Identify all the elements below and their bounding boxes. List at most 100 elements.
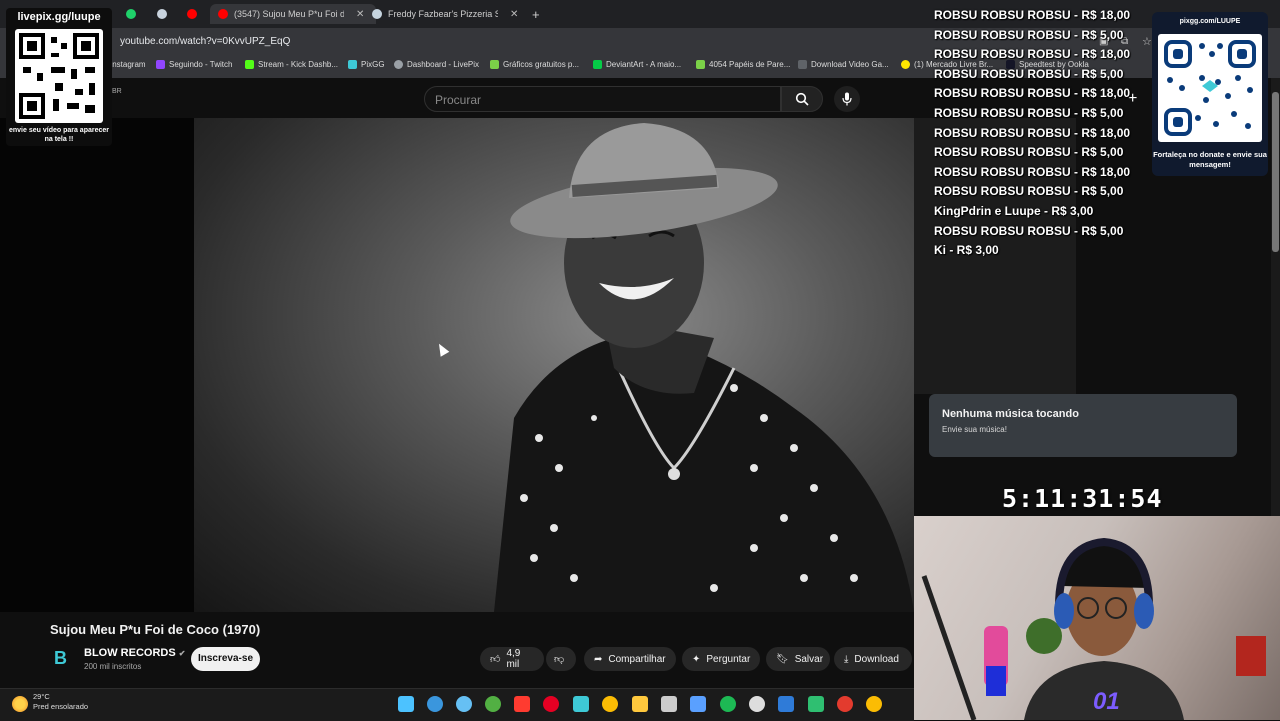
subscriber-count: 200 mil inscritos [84, 662, 142, 671]
region-code: BR [112, 88, 122, 95]
youtube-icon [218, 9, 228, 19]
b-app-icon[interactable] [573, 696, 589, 712]
notepad-icon[interactable] [690, 696, 706, 712]
bookmark-download-video[interactable]: Download Video Ga... [798, 60, 889, 69]
red-app-icon[interactable] [837, 696, 853, 712]
verified-icon: ✔ [178, 649, 186, 658]
performer-silhouette [494, 123, 914, 612]
tab-extension[interactable] [126, 4, 136, 24]
sparkle-icon: ✦ [692, 653, 701, 665]
spotify-icon[interactable] [720, 696, 736, 712]
bookmark-label: Instagram [110, 60, 146, 69]
channel-name-text: BLOW RECORDS [84, 647, 176, 659]
tab-youtube-small[interactable] [187, 4, 197, 24]
save-button[interactable]: 🔖︎ Salvar [766, 647, 830, 671]
like-count: 4,9 mil [506, 648, 521, 670]
qr-code-icon [1158, 34, 1262, 142]
download-button[interactable]: ⤓ Download [834, 647, 912, 671]
new-tab-button[interactable]: + [532, 4, 540, 24]
bookmark-label: Stream - Kick Dashb... [258, 60, 339, 69]
tab-label: (3547) Sujou Meu P*u Foi de Co [234, 9, 344, 19]
bookmark-label: Gráficos gratuitos p... [503, 60, 580, 69]
share-button[interactable]: ➦ Compartilhar [584, 647, 676, 671]
folder-icon[interactable] [632, 696, 648, 712]
tab-freddy[interactable]: Freddy Fazbear's Pizzeria Simul ✕ [372, 4, 522, 24]
steam-icon [372, 9, 382, 19]
search-icon [795, 92, 809, 106]
bookmark-label: 4054 Papéis de Pare... [709, 60, 791, 69]
tab-blank[interactable] [157, 4, 167, 24]
weather-widget[interactable]: 29°C Pred ensolarado [33, 692, 88, 712]
video-frame[interactable] [194, 118, 914, 612]
acrobat-icon[interactable] [514, 696, 530, 712]
scrollbar-thumb[interactable] [1272, 92, 1279, 252]
chrome-alt-icon[interactable] [866, 696, 882, 712]
pixgg-url: pixgg.com/LUUPE [1179, 18, 1241, 25]
close-icon[interactable]: ✕ [356, 9, 364, 20]
app-icon[interactable] [778, 696, 794, 712]
share-icon: ➦ [594, 653, 603, 665]
subscribe-button[interactable]: Inscreva-se [191, 647, 260, 671]
bookmark-livepix[interactable]: Dashboard - LivePix [394, 60, 479, 69]
bookmark-kick[interactable]: Stream - Kick Dashb... [245, 60, 338, 69]
xbox-icon[interactable] [485, 696, 501, 712]
temperature: 29°C [33, 692, 50, 701]
video-icon [798, 60, 807, 69]
donation-item: ROBSU ROBSU ROBSU - R$ 5,00 [934, 223, 1124, 238]
bookmark-label: Dashboard - LivePix [407, 60, 480, 69]
pinterest-icon[interactable] [543, 696, 559, 712]
donation-item: ROBSU ROBSU ROBSU - R$ 18,00 [934, 47, 1131, 62]
like-button[interactable]: 👍︎ 4,9 mil [480, 647, 544, 671]
share-label: Compartilhar [608, 653, 666, 665]
donation-item: KingPdrin e Luupe - R$ 3,00 [934, 203, 1094, 218]
microphone-icon [842, 92, 852, 106]
ask-button[interactable]: ✦ Perguntar [682, 647, 760, 671]
sun-icon [12, 696, 28, 712]
channel-avatar[interactable]: B [54, 648, 74, 668]
graphics-icon [490, 60, 499, 69]
stream-timer: 5:11:31:54 [1002, 484, 1163, 513]
globe-icon [157, 9, 167, 19]
ask-label: Perguntar [706, 653, 751, 665]
bookmark-graficos[interactable]: Gráficos gratuitos p... [490, 60, 579, 69]
star-icon[interactable]: ☆ [1142, 35, 1152, 48]
tab-label: Freddy Fazbear's Pizzeria Simul [388, 9, 498, 19]
obs-icon[interactable] [749, 696, 765, 712]
donation-item: ROBSU ROBSU ROBSU - R$ 5,00 [934, 184, 1124, 199]
tab-youtube-video[interactable]: (3547) Sujou Meu P*u Foi de Co ✕ [210, 4, 376, 24]
search-button[interactable] [781, 86, 823, 112]
bookmark-deviantart[interactable]: DeviantArt - A maio... [593, 60, 681, 69]
bookmark-twitch[interactable]: Seguindo - Twitch [156, 60, 232, 69]
edge-icon[interactable] [427, 696, 443, 712]
bookmark-pixgg[interactable]: PixGG [348, 60, 385, 69]
thumbs-up-icon: 👍︎ [490, 654, 501, 665]
green-app-icon[interactable] [808, 696, 824, 712]
save-label: Salvar [794, 653, 824, 665]
bookmark-label: Seguindo - Twitch [169, 60, 233, 69]
download-label: Download [854, 653, 899, 665]
qr-code-icon [15, 29, 103, 123]
deviantart-icon [593, 60, 602, 69]
donation-item: ROBSU ROBSU ROBSU - R$ 18,00 [934, 164, 1131, 179]
donation-item: ROBSU ROBSU ROBSU - R$ 18,00 [934, 8, 1131, 22]
search-input[interactable]: Procurar [424, 86, 781, 112]
donation-item: ROBSU ROBSU ROBSU - R$ 5,00 [934, 105, 1124, 120]
capcut-icon[interactable] [661, 696, 677, 712]
chrome-icon[interactable] [602, 696, 618, 712]
bookmark-instagram[interactable]: Instagram [110, 60, 146, 69]
windows-icon[interactable] [398, 696, 414, 712]
bookmark-icon: 🔖︎ [776, 653, 789, 665]
channel-name[interactable]: BLOW RECORDS ✔ [84, 647, 185, 659]
steam-icon[interactable] [456, 696, 472, 712]
url-field[interactable]: youtube.com/watch?v=0KvvUPZ_EqQ [120, 34, 920, 50]
bookmark-label: PixGG [361, 60, 385, 69]
donation-item: ROBSU ROBSU ROBSU - R$ 5,00 [934, 66, 1124, 81]
voice-search-button[interactable] [834, 86, 860, 112]
globe-icon [394, 60, 403, 69]
music-title: Nenhuma música tocando [942, 408, 1079, 420]
pixgg-qr-panel: pixgg.com/LUUPE Fortaleça no donate e en… [1152, 12, 1268, 176]
bookmark-papeis[interactable]: 4054 Papéis de Pare... [696, 60, 790, 69]
twitch-icon [156, 60, 165, 69]
close-icon[interactable]: ✕ [510, 9, 518, 20]
dislike-button[interactable]: 👎︎ [546, 647, 576, 671]
